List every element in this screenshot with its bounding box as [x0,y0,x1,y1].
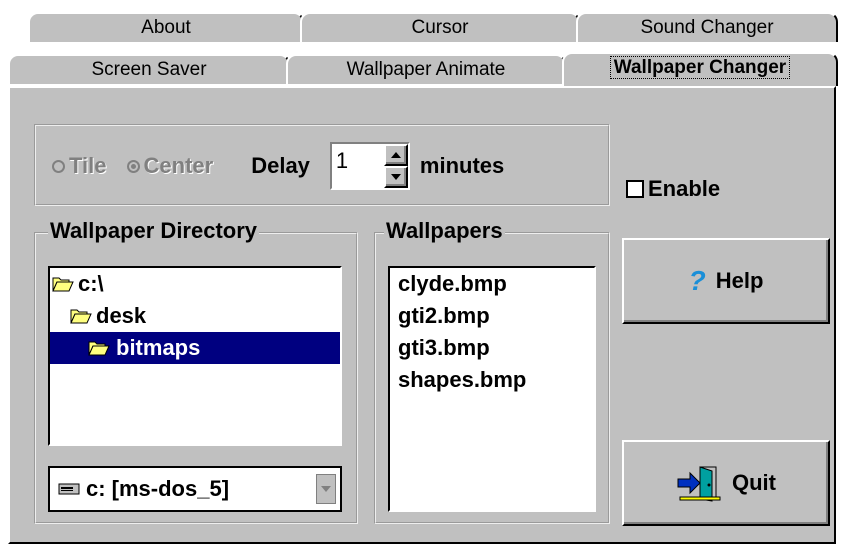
quit-button[interactable]: Quit [622,440,830,526]
minutes-label: minutes [419,153,505,178]
wallpapers-list[interactable]: clyde.bmp gti2.bmp gti3.bmp shapes.bmp [388,266,596,512]
delay-down-button[interactable] [383,166,408,188]
enable-checkbox[interactable]: Enable [626,176,720,202]
drive-select-value: c: [ms-dos_5] [86,476,230,501]
tab-screen-saver[interactable]: Screen Saver [8,54,290,84]
delay-label: Delay [251,153,310,178]
drive-select[interactable]: c: [ms-dos_5] [48,466,342,512]
tab-about[interactable]: About [28,12,304,42]
chevron-down-icon [321,486,331,492]
hard-drive-icon [58,483,80,495]
tab-wallpaper-animate-label: Wallpaper Animate [346,59,506,80]
help-button[interactable]: ? Help [622,238,830,324]
directory-group-title: Wallpaper Directory [48,218,260,243]
drive-dropdown-button[interactable] [316,474,336,504]
arrow-up-icon [390,152,401,158]
directory-item[interactable]: c:\ [50,268,340,300]
checkbox-box [626,180,644,198]
folder-open-icon [88,341,110,356]
wallpaper-item[interactable]: gti3.bmp [398,332,594,364]
wallpaper-item-label: shapes.bmp [398,367,527,392]
directory-item-label: bitmaps [116,335,201,360]
folder-open-icon [52,277,74,292]
options-group: Tile Center Delay 1 minutes [34,124,610,206]
directory-item[interactable]: desk [50,300,340,332]
wallpaper-item[interactable]: clyde.bmp [398,268,594,300]
exit-door-icon [677,466,721,502]
quit-button-label: Quit [732,470,776,495]
tile-radio[interactable]: Tile [52,153,107,179]
tab-wallpaper-changer-label: Wallpaper Changer [609,56,791,79]
help-button-label: Help [715,268,764,293]
enable-label: Enable [648,176,721,201]
tab-wallpaper-animate[interactable]: Wallpaper Animate [286,54,566,84]
tab-screen-saver-label: Screen Saver [91,59,207,80]
wallpaper-item-label: gti2.bmp [398,303,490,328]
tab-sound-changer[interactable]: Sound Changer [576,12,838,42]
delay-input[interactable]: 1 [336,148,348,174]
wallpaper-item-label: clyde.bmp [398,271,507,296]
tile-radio-icon [52,159,65,173]
delay-spinner[interactable]: 1 [329,142,410,190]
center-radio[interactable]: Center [126,153,214,179]
arrow-down-icon [390,174,401,180]
tab-panel: Tile Center Delay 1 minutes Enable Wallp… [8,86,836,544]
directory-item-selected[interactable]: bitmaps [50,332,340,364]
tab-sound-changer-label: Sound Changer [640,17,774,38]
tab-about-label: About [141,17,191,38]
wallpaper-item-label: gti3.bmp [398,335,490,360]
tile-label: Tile [69,153,107,178]
tab-cursor[interactable]: Cursor [300,12,580,42]
wallpaper-item[interactable]: gti2.bmp [398,300,594,332]
wallpapers-group-title: Wallpapers [384,218,505,243]
center-label: Center [143,153,214,178]
directory-item-label: c:\ [78,271,104,296]
delay-up-button[interactable] [383,144,408,166]
wallpaper-item[interactable]: shapes.bmp [398,364,594,396]
directory-item-label: desk [96,303,147,328]
tab-wallpaper-changer[interactable]: Wallpaper Changer [562,52,838,86]
question-mark-icon: ? [688,265,706,296]
tab-cursor-label: Cursor [411,17,469,38]
folder-open-icon [70,309,92,324]
center-radio-icon [126,159,140,173]
directory-tree[interactable]: c:\ desk bitmaps [48,266,342,446]
